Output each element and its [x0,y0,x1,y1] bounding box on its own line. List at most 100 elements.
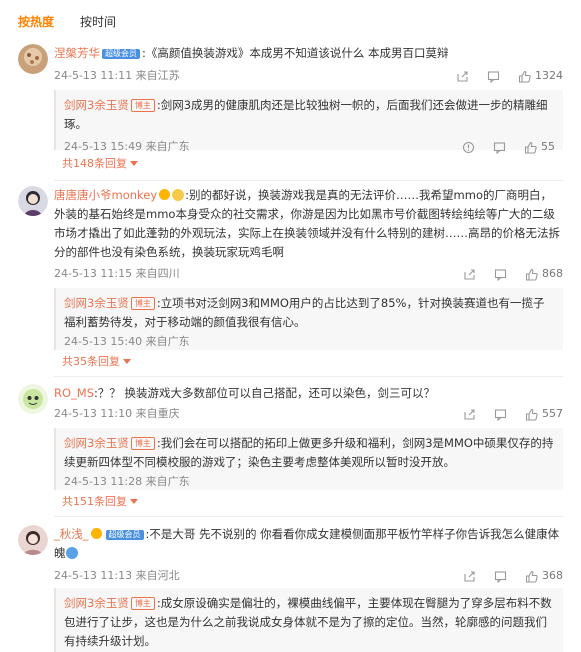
comment-icon [494,570,507,583]
more-replies-link[interactable]: 共35条回复 [62,354,131,370]
vip-badge: 超级会员 [105,530,144,540]
reply-username[interactable]: 剑网3余玉贤 [64,98,129,112]
like-button[interactable]: 1324 [518,66,563,86]
avatar[interactable] [18,525,48,555]
reply-actions: 55 [444,137,555,157]
comment-location: 来自江苏 [135,69,180,82]
reply-meta: 24-5-13 15:49 来自广东 55 [64,137,555,157]
comment-body: RO_MS:？？ 换装游戏大多数部位可以自己搭配，还可以染色，剑三可以？ 24-… [54,384,563,424]
reply-item: 剑网3余玉贤 博主:剑网3成男的健康肌肉还是比较独树一帜的，后面我们还会做进一步的… [54,90,563,154]
like-count: 368 [542,569,563,582]
reply-time: 24-5-13 11:28 [64,475,143,488]
reply-location: 来自广东 [145,335,190,348]
share-button[interactable] [463,268,476,281]
comment-icon [494,408,507,421]
comment-location: 来自四川 [135,267,180,280]
comment-username[interactable]: 唐唐唐小爷monkey [54,188,157,202]
comment-icon [493,141,506,154]
author-badge: 博主 [130,437,155,450]
reply-item: 剑网3余玉贤 博主:我们会在可以搭配的拓印上做更多升级和福利，剑网3是MMO中硕果… [54,428,563,490]
comment-time: 24-5-13 11:15 [54,267,133,280]
comment-content: _秋浅_ 超级会员:不是大哥 先不说别的 你看看你成女建模侧面那平板竹竿样子你告诉… [54,525,563,563]
reply-location: 来自广东 [145,475,190,488]
sort-tabs: 按热度 按时间 [18,13,142,33]
like-count: 868 [542,267,563,280]
reply-username[interactable]: 剑网3余玉贤 [64,296,129,310]
tab-sort-by-hot[interactable]: 按热度 [18,13,54,33]
reply-item: 剑网3余玉贤 博主:成女原设确实是偏壮的，裸模曲线偏平，主要体现在臀腿为了穿多层布… [54,588,563,652]
share-icon [457,70,468,82]
share-button[interactable] [463,408,476,421]
like-button[interactable]: 368 [525,566,563,586]
reply-time: 24-5-13 15:49 [64,140,143,153]
comment-username[interactable]: _秋浅_ [54,527,89,541]
avatar[interactable] [18,44,48,74]
like-count: 55 [541,140,555,153]
comment-content: RO_MS:？？ 换装游戏大多数部位可以自己搭配，还可以染色，剑三可以？ [54,384,563,403]
comment-icon [487,70,500,83]
comment-actions: 868 [445,264,563,284]
comment-button[interactable] [494,268,507,281]
comment-time: 24-5-13 11:13 [54,569,133,582]
comment-content: 唐唐唐小爷monkey:别的都好说，换装游戏我是真的无法评价……我希望mmo的厂… [54,186,563,262]
comment-username[interactable]: RO_MS [54,386,94,400]
like-count: 1324 [535,69,563,82]
comment-item: 涅槃芳华 超级会员:《高颜值换装游戏》本成男不知道该说什么 本成男百口莫辩 24-… [18,44,563,176]
share-icon [464,570,475,582]
reply-username[interactable]: 剑网3余玉贤 [64,436,129,450]
comment-item: RO_MS:？？ 换装游戏大多数部位可以自己搭配，还可以染色，剑三可以？ 24-… [18,384,563,508]
comment-button[interactable] [487,70,500,83]
share-button[interactable] [463,570,476,583]
like-button[interactable]: 557 [525,404,563,424]
caret-down-icon [130,161,138,166]
divider [54,376,563,377]
vip-badge: 超级会员 [102,49,140,59]
author-badge: 博主 [130,297,155,310]
comment-body: _秋浅_ 超级会员:不是大哥 先不说别的 你看看你成女建模侧面那平板竹竿样子你告诉… [54,525,563,586]
emoji-icon [65,547,78,559]
divider [54,516,563,517]
tab-sort-by-time[interactable]: 按时间 [80,13,116,33]
thumbs-up-icon [525,570,538,583]
comment-body: 唐唐唐小爷monkey:别的都好说，换装游戏我是真的无法评价……我希望mmo的厂… [54,186,563,284]
comment-location: 来自重庆 [135,407,180,420]
author-badge: 博主 [130,597,155,610]
caret-down-icon [123,359,131,364]
thumbs-up-icon [518,70,531,83]
reply-location: 来自广东 [145,140,190,153]
avatar[interactable] [18,186,48,216]
thumbs-up-icon [525,408,538,421]
reply-meta: 24-5-13 15:40 来自广东 [64,332,555,352]
comment-body: 涅槃芳华 超级会员:《高颜值换装游戏》本成男不知道该说什么 本成男百口莫辩 24-… [54,44,563,86]
comment-meta: 24-5-13 11:10 来自重庆 557 [54,404,563,424]
comment-actions: 368 [445,566,563,586]
report-button[interactable] [462,141,475,154]
like-button[interactable]: 55 [524,137,555,157]
comment-meta: 24-5-13 11:13 来自河北 368 [54,566,563,586]
more-replies-link[interactable]: 共151条回复 [62,494,138,510]
caret-down-icon [130,499,138,504]
reply-content: 剑网3余玉贤 博主:成女原设确实是偏壮的，裸模曲线偏平，主要体现在臀腿为了穿多层布… [64,594,555,651]
comment-item: _秋浅_ 超级会员:不是大哥 先不说别的 你看看你成女建模侧面那平板竹竿样子你告诉… [18,525,563,652]
comment-button[interactable] [494,408,507,421]
more-replies-label: 共35条回复 [62,355,120,368]
more-replies-link[interactable]: 共148条回复 [62,156,138,172]
reply-time: 24-5-13 15:40 [64,335,143,348]
share-icon [464,268,475,280]
comment-icon [494,268,507,281]
comment-button[interactable] [493,141,506,154]
thumbs-up-icon [525,268,538,281]
comment-username[interactable]: 涅槃芳华 [54,46,100,60]
comment-actions: 1324 [438,66,563,86]
comment-location: 来自河北 [135,569,180,582]
like-button[interactable]: 868 [525,264,563,284]
reply-username[interactable]: 剑网3余玉贤 [64,596,129,610]
comment-button[interactable] [494,570,507,583]
avatar[interactable] [18,384,48,414]
more-replies-label: 共151条回复 [62,495,127,508]
comment-actions: 557 [445,404,563,424]
crown-icon [159,189,171,200]
share-button[interactable] [456,70,469,83]
report-icon [462,141,475,153]
comment-text: :《高颜值换装游戏》本成男不知道该说什么 本成男百口莫辩 [142,46,449,60]
